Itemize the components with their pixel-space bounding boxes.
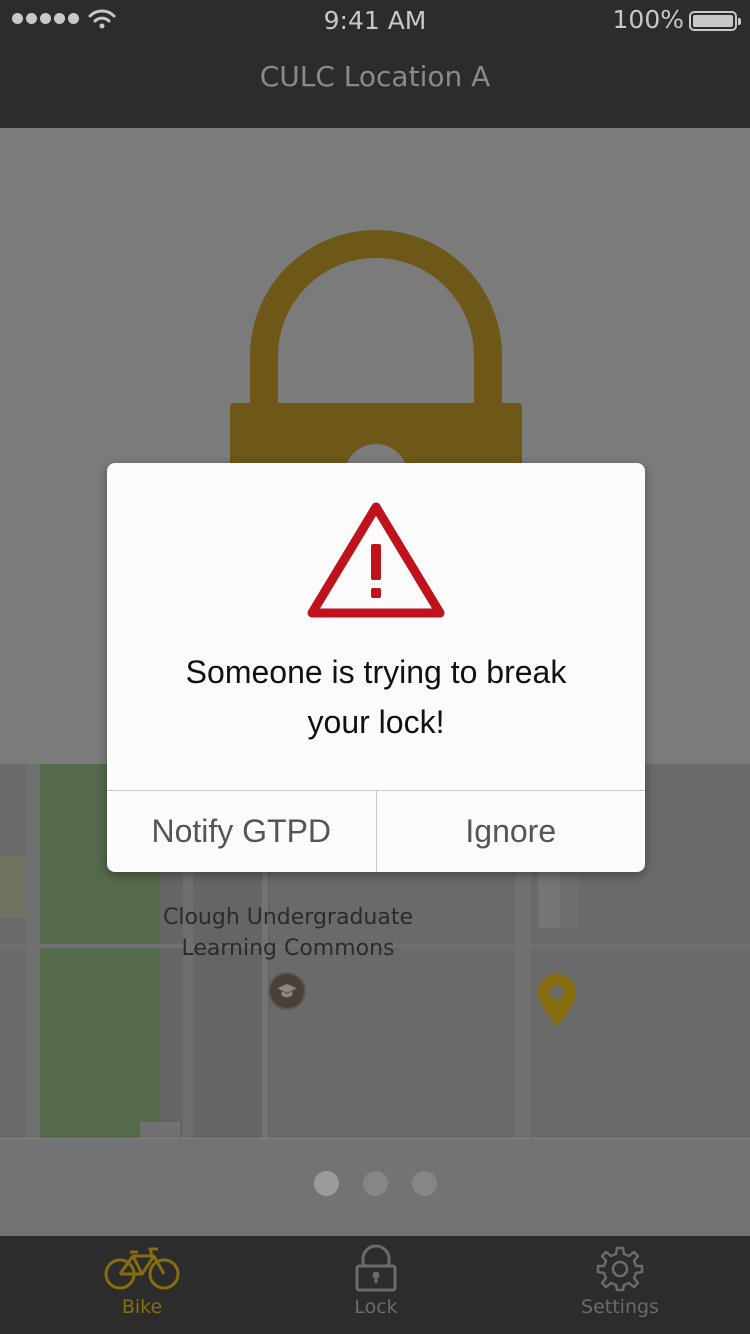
tab-label-lock: Lock [354,1296,398,1318]
battery-percentage: 100% [612,5,684,34]
battery-icon [689,11,741,31]
place-label-line-1: Clough Undergraduate [162,905,414,930]
page-dot-2[interactable] [363,1171,388,1196]
page-dot-1[interactable] [314,1171,339,1196]
map-place-label: Clough Undergraduate Learning Commons [140,902,436,964]
tab-label-settings: Settings [581,1296,659,1318]
graduation-cap-icon [268,972,306,1010]
page-title: CULC Location A [259,60,491,93]
tab-bar: Bike Lock Settings [0,1236,750,1334]
tab-bike[interactable]: Bike [67,1244,217,1318]
notify-gtpd-button[interactable]: Notify GTPD [107,791,376,872]
page-indicator-strip [0,1138,750,1236]
navigation-bar: CULC Location A [0,40,750,128]
bicycle-icon [104,1247,180,1290]
alert-actions: Notify GTPD Ignore [107,790,645,872]
alert-message-line-2: your lock! [307,704,445,740]
alert-message: Someone is trying to break your lock! [137,647,615,747]
gear-icon [596,1246,644,1292]
tab-label-bike: Bike [121,1296,163,1318]
place-label-line-2: Learning Commons [181,936,395,961]
tab-settings[interactable]: Settings [545,1244,695,1318]
warning-icon [307,502,445,618]
page-indicator[interactable] [314,1171,437,1196]
lock-icon [355,1244,397,1292]
tab-lock[interactable]: Lock [301,1244,451,1318]
tamper-alert-dialog: Someone is trying to break your lock! No… [107,463,645,872]
ignore-button[interactable]: Ignore [375,791,646,872]
location-pin-icon[interactable] [536,972,578,1028]
alert-message-line-1: Someone is trying to break [185,654,567,690]
status-bar: 9:41 AM 100% [0,0,750,40]
page-dot-3[interactable] [412,1171,437,1196]
